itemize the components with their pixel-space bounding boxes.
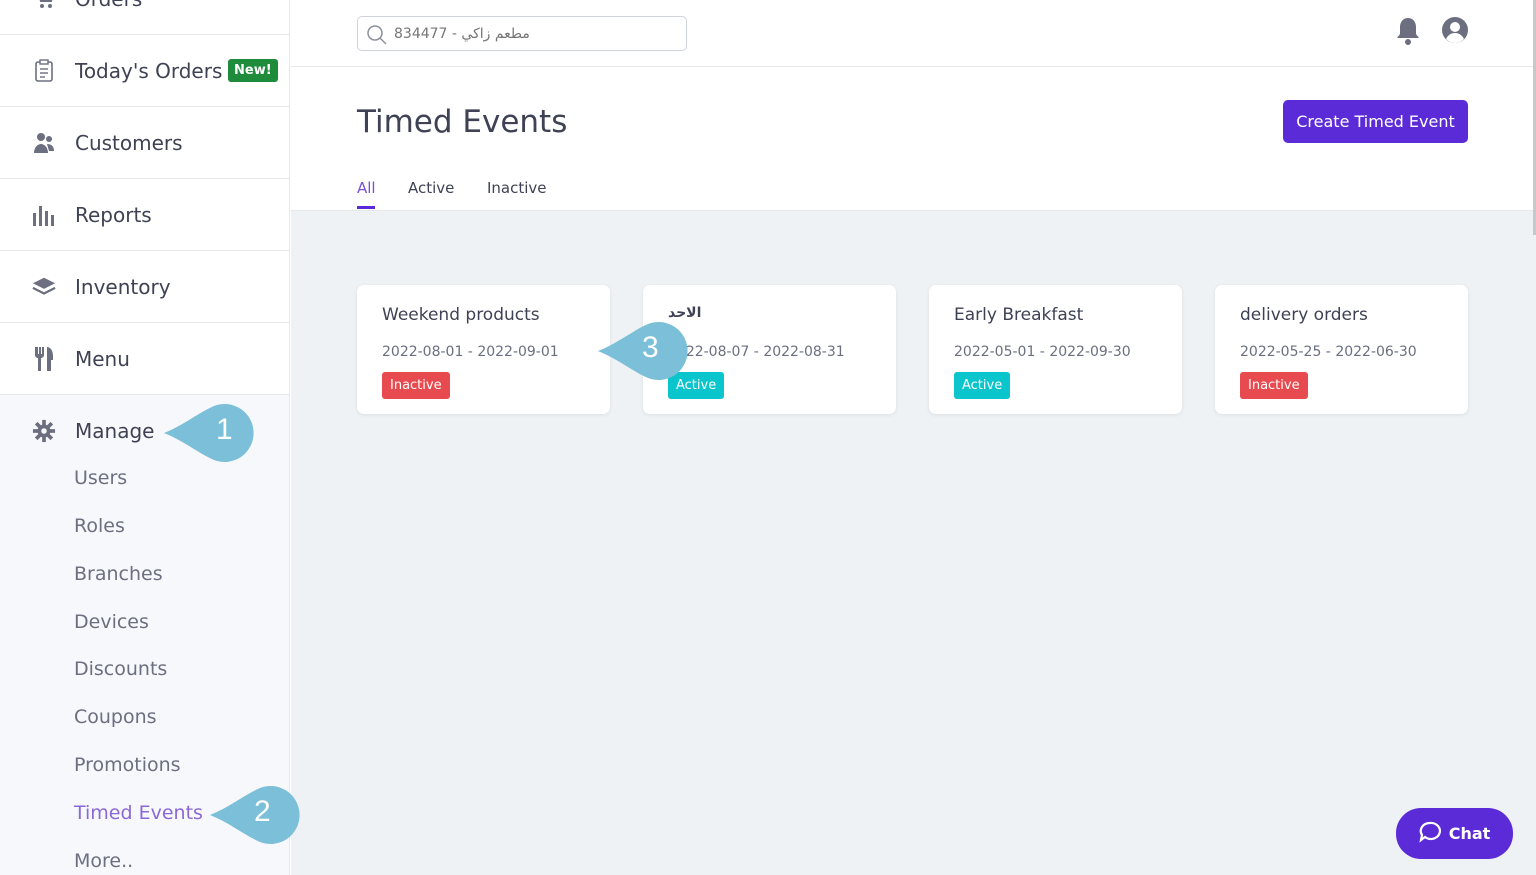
event-dates: 2022-05-25 - 2022-06-30 bbox=[1240, 344, 1417, 360]
sidebar-item-label: Today's Orders bbox=[75, 58, 223, 83]
clipboard-icon bbox=[32, 58, 56, 83]
gear-icon bbox=[32, 419, 56, 443]
manage-devices-link[interactable]: Devices bbox=[74, 611, 149, 633]
manage-users-link[interactable]: Users bbox=[74, 467, 127, 489]
manage-roles-link[interactable]: Roles bbox=[74, 515, 125, 537]
sidebar-item-label: Menu bbox=[75, 346, 130, 371]
sidebar-item-todays-orders[interactable]: Today's Orders New! bbox=[0, 35, 289, 107]
bell-icon[interactable] bbox=[1395, 16, 1421, 50]
tab-active[interactable]: Active bbox=[408, 179, 454, 197]
callout-number: 1 bbox=[216, 413, 233, 446]
sidebar-item-label: Orders bbox=[75, 0, 142, 11]
manage-coupons-link[interactable]: Coupons bbox=[74, 706, 157, 728]
manage-timed-events-link[interactable]: Timed Events bbox=[74, 802, 203, 824]
sidebar-item-customers[interactable]: Customers bbox=[0, 107, 289, 179]
utensils-icon bbox=[32, 346, 56, 371]
tab-inactive[interactable]: Inactive bbox=[487, 179, 547, 197]
callout-marker-2: 2 bbox=[210, 785, 306, 845]
status-badge: Inactive bbox=[382, 372, 450, 399]
manage-branches-link[interactable]: Branches bbox=[74, 563, 163, 585]
page-header: Timed Events Create Timed Event All Acti… bbox=[291, 67, 1536, 211]
callout-marker-1: 1 bbox=[164, 403, 260, 463]
manage-more-link[interactable]: More.. bbox=[74, 850, 133, 872]
callout-number: 3 bbox=[642, 331, 659, 364]
chat-label: Chat bbox=[1448, 824, 1491, 843]
event-name: Early Breakfast bbox=[954, 305, 1084, 325]
sidebar-item-label: Manage bbox=[75, 419, 155, 443]
bar-chart-icon bbox=[32, 203, 56, 227]
event-name: Weekend products bbox=[382, 305, 540, 325]
timed-events-list: Weekend products 2022-08-01 - 2022-09-01… bbox=[291, 211, 1536, 875]
create-timed-event-button[interactable]: Create Timed Event bbox=[1283, 100, 1468, 143]
top-bar bbox=[291, 0, 1536, 67]
cart-icon bbox=[32, 0, 56, 11]
sidebar-item-orders[interactable]: Orders bbox=[0, 0, 289, 35]
users-icon bbox=[32, 131, 56, 155]
event-name: delivery orders bbox=[1240, 305, 1368, 325]
layers-icon bbox=[32, 275, 56, 299]
event-dates: 2022-08-01 - 2022-09-01 bbox=[382, 344, 559, 360]
search-box[interactable] bbox=[357, 16, 687, 51]
new-badge: New! bbox=[228, 59, 278, 82]
sidebar-item-label: Inventory bbox=[75, 274, 171, 299]
event-dates: 2022-08-07 - 2022-08-31 bbox=[668, 344, 845, 360]
timed-event-card[interactable]: Early Breakfast 2022-05-01 - 2022-09-30 … bbox=[929, 285, 1182, 414]
event-name: الاحد bbox=[668, 305, 702, 321]
search-icon bbox=[366, 24, 388, 50]
page-title: Timed Events bbox=[357, 104, 568, 140]
user-avatar-icon[interactable] bbox=[1441, 16, 1469, 48]
sidebar-item-label: Reports bbox=[75, 202, 152, 227]
manage-discounts-link[interactable]: Discounts bbox=[74, 658, 167, 680]
timed-event-card[interactable]: Weekend products 2022-08-01 - 2022-09-01… bbox=[357, 285, 610, 414]
timed-event-card[interactable]: delivery orders 2022-05-25 - 2022-06-30 … bbox=[1215, 285, 1468, 414]
manage-promotions-link[interactable]: Promotions bbox=[74, 754, 181, 776]
sidebar-item-reports[interactable]: Reports bbox=[0, 179, 289, 251]
sidebar-item-label: Customers bbox=[75, 130, 183, 155]
tab-all[interactable]: All bbox=[357, 179, 376, 197]
status-badge: Active bbox=[954, 372, 1011, 399]
event-dates: 2022-05-01 - 2022-09-30 bbox=[954, 344, 1131, 360]
sidebar-item-inventory[interactable]: Inventory bbox=[0, 251, 289, 323]
status-badge: Inactive bbox=[1240, 372, 1308, 399]
search-input[interactable] bbox=[394, 22, 674, 46]
chat-bubble-icon bbox=[1419, 821, 1441, 847]
chat-button[interactable]: Chat bbox=[1396, 808, 1513, 859]
callout-number: 2 bbox=[254, 795, 271, 828]
sidebar-item-menu[interactable]: Menu bbox=[0, 323, 289, 395]
callout-marker-3: 3 bbox=[598, 321, 694, 381]
tab-underline bbox=[357, 206, 375, 209]
